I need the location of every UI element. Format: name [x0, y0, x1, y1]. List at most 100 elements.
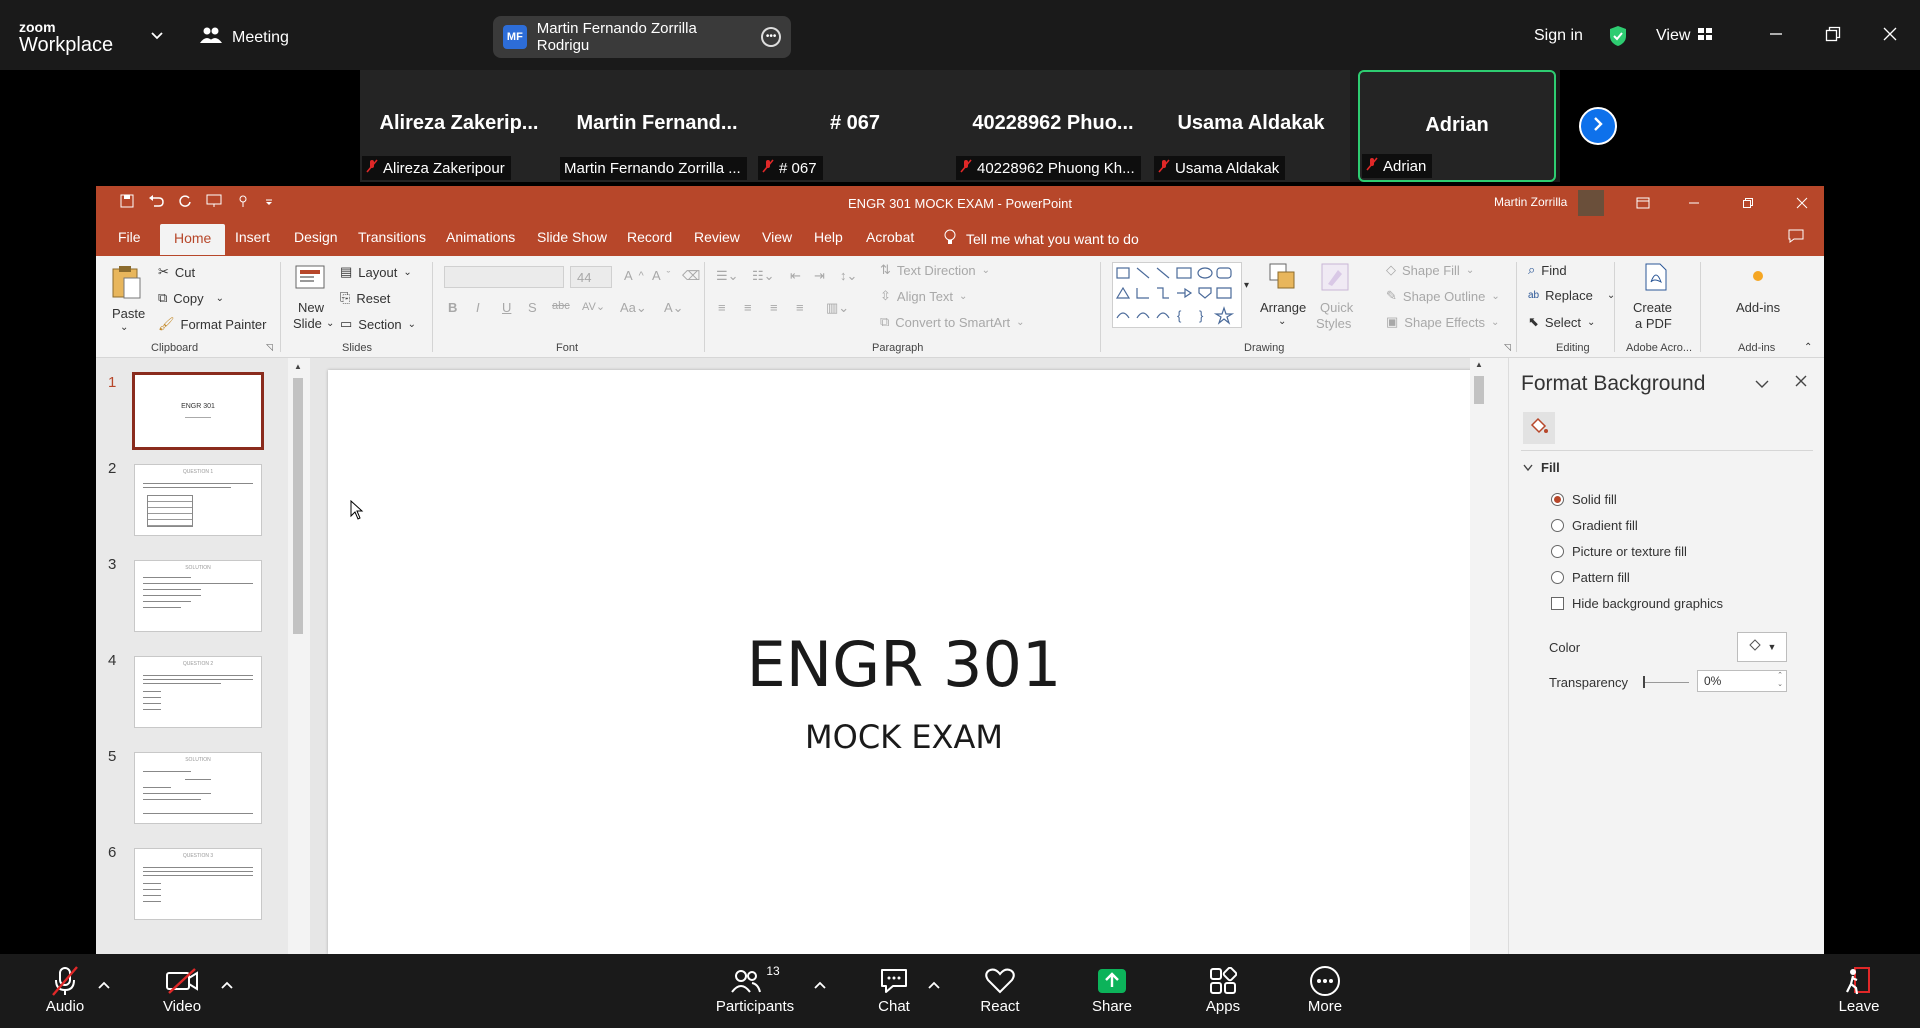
align-left-icon[interactable]: ≡ [718, 300, 726, 315]
font-size-box[interactable]: 44 [570, 266, 612, 288]
tab-acrobat[interactable]: Acrobat [866, 229, 914, 245]
slide-scrollbar[interactable]: ▲ [1470, 358, 1488, 954]
addins-icon[interactable] [1752, 270, 1764, 282]
fill-tab[interactable] [1523, 412, 1555, 444]
chevron-up-icon[interactable] [928, 976, 940, 994]
scrollbar-thumb[interactable] [1474, 376, 1484, 404]
participant-tile[interactable]: Martin Fernand... Martin Fernando Zorril… [558, 70, 756, 182]
scrollbar-thumb[interactable] [293, 378, 303, 634]
strikethrough-icon[interactable]: abc [552, 300, 570, 312]
arrange-label[interactable]: Arrange [1260, 300, 1306, 315]
chevron-down-icon[interactable]: ⌄ [1278, 316, 1286, 327]
shapes-gallery[interactable]: {} [1112, 262, 1242, 328]
slide-thumbnail-2[interactable]: QUESTION 1 [134, 464, 262, 536]
paste-button[interactable] [110, 264, 142, 300]
participant-tile[interactable]: # 067 # 067 [756, 70, 954, 182]
copy-button[interactable]: ⧉ Copy ⌄ [158, 290, 224, 306]
shrink-font-icon[interactable]: Aˇ [652, 268, 670, 283]
slide-thumbnail-3[interactable]: SOLUTION [134, 560, 262, 632]
text-direction-button[interactable]: ⇅ Text Direction ⌄ [880, 262, 990, 278]
slide-subtitle[interactable]: MOCK EXAM [328, 718, 1480, 756]
columns-icon[interactable]: ▥⌄ [826, 300, 849, 316]
apps-button[interactable]: Apps [1203, 964, 1243, 1015]
fill-section-header[interactable]: Fill [1523, 460, 1560, 475]
format-painter-button[interactable]: 🖌 Format Painter [158, 316, 267, 332]
color-picker-button[interactable]: ▼ [1737, 632, 1787, 662]
meeting-menu[interactable]: Meeting [200, 26, 289, 49]
radio-selected[interactable] [1551, 493, 1564, 506]
tab-file[interactable]: File [118, 229, 141, 245]
shield-icon[interactable] [1608, 25, 1628, 52]
slide-thumbnail-6[interactable]: QUESTION 3 [134, 848, 262, 920]
picture-fill-option[interactable]: Picture or texture fill [1551, 544, 1687, 559]
tell-me-search[interactable]: Tell me what you want to do [944, 229, 1139, 248]
addins-button[interactable]: Add-ins [1736, 300, 1780, 315]
clear-format-icon[interactable]: ⌫ [682, 268, 700, 284]
participant-tile-active[interactable]: Adrian Adrian [1358, 70, 1556, 182]
slider-handle[interactable] [1643, 676, 1645, 688]
participants-button[interactable]: 13 Participants [712, 964, 798, 1015]
chevron-down-icon[interactable]: ⌄ [120, 322, 128, 333]
bold-icon[interactable]: B [448, 300, 457, 315]
pattern-fill-option[interactable]: Pattern fill [1551, 570, 1630, 585]
participant-tile[interactable]: 40228962 Phuo... 40228962 Phuong Kh... [954, 70, 1152, 182]
radio[interactable] [1551, 519, 1564, 532]
close-icon[interactable] [1791, 192, 1813, 214]
chevron-down-icon[interactable]: ⌄ [326, 318, 334, 329]
gradient-fill-option[interactable]: Gradient fill [1551, 518, 1638, 533]
tab-view[interactable]: View [762, 229, 792, 245]
leave-button[interactable]: Leave [1838, 964, 1880, 1015]
slide-thumbnail-5[interactable]: SOLUTION [134, 752, 262, 824]
close-icon[interactable] [1878, 22, 1902, 46]
chevron-down-icon[interactable] [150, 28, 164, 42]
quick-styles-label-2[interactable]: Styles [1316, 316, 1351, 331]
audio-button[interactable]: Audio [42, 964, 88, 1015]
radio[interactable] [1551, 545, 1564, 558]
close-icon[interactable] [1795, 374, 1807, 392]
sharing-indicator[interactable]: MF Martin Fernando Zorrilla Rodrigu ••• [493, 16, 791, 58]
reset-button[interactable]: ⎘ Reset [340, 290, 390, 306]
tab-transitions[interactable]: Transitions [358, 229, 426, 245]
transparency-slider[interactable] [1643, 682, 1689, 683]
numbering-icon[interactable]: ☷⌄ [752, 268, 775, 284]
quick-styles-label-1[interactable]: Quick [1320, 300, 1353, 315]
share-button[interactable]: Share [1090, 964, 1134, 1015]
justify-icon[interactable]: ≡ [796, 300, 804, 315]
shape-outline-button[interactable]: ✎ Shape Outline ⌄ [1386, 288, 1500, 304]
chevron-up-icon[interactable] [814, 976, 826, 994]
create-pdf-label-1[interactable]: Create [1633, 300, 1672, 315]
more-button[interactable]: More [1304, 964, 1346, 1015]
scroll-up-icon[interactable]: ▲ [294, 362, 302, 371]
comments-icon[interactable] [1788, 229, 1804, 246]
cut-button[interactable]: ✂ Cut [158, 264, 195, 280]
paste-label[interactable]: Paste [112, 306, 145, 321]
solid-fill-option[interactable]: Solid fill [1551, 492, 1617, 507]
react-button[interactable]: React [978, 964, 1022, 1015]
dialog-launcher-icon[interactable]: ◹ [266, 342, 273, 353]
quick-styles-button[interactable] [1320, 262, 1350, 292]
ribbon-display-icon[interactable] [1632, 192, 1654, 214]
create-pdf-label-2[interactable]: a PDF [1635, 316, 1672, 331]
select-button[interactable]: ⬉ Select ⌄ [1528, 314, 1595, 330]
gallery-more-icon[interactable]: ▾ [1244, 280, 1249, 291]
transparency-input[interactable]: 0% ⌃ ⌄ [1697, 670, 1787, 692]
convert-smartart-button[interactable]: ⧉ Convert to SmartArt ⌄ [880, 314, 1025, 330]
video-button[interactable]: Video [157, 964, 207, 1015]
scroll-up-icon[interactable]: ▲ [1475, 360, 1483, 369]
line-spacing-icon[interactable]: ↕⌄ [840, 268, 857, 284]
chevron-down-icon[interactable] [1755, 376, 1769, 394]
sign-in-link[interactable]: Sign in [1534, 27, 1583, 45]
italic-icon[interactable]: I [476, 300, 480, 315]
restore-icon[interactable] [1737, 192, 1759, 214]
slide-thumbnail-1[interactable]: ENGR 301 [132, 372, 264, 450]
avatar[interactable] [1578, 190, 1604, 216]
section-button[interactable]: ▭ Section ⌄ [340, 316, 416, 332]
view-button[interactable]: View [1656, 27, 1713, 45]
shadow-icon[interactable]: S [528, 300, 537, 315]
tab-review[interactable]: Review [694, 229, 740, 245]
new-slide-label-1[interactable]: New [298, 300, 324, 315]
align-text-button[interactable]: ⇳ Align Text ⌄ [880, 288, 967, 304]
shape-effects-button[interactable]: ▣ Shape Effects ⌄ [1386, 314, 1499, 330]
increase-indent-icon[interactable]: ⇥ [814, 268, 825, 284]
slide-thumbnail-4[interactable]: QUESTION 2 [134, 656, 262, 728]
